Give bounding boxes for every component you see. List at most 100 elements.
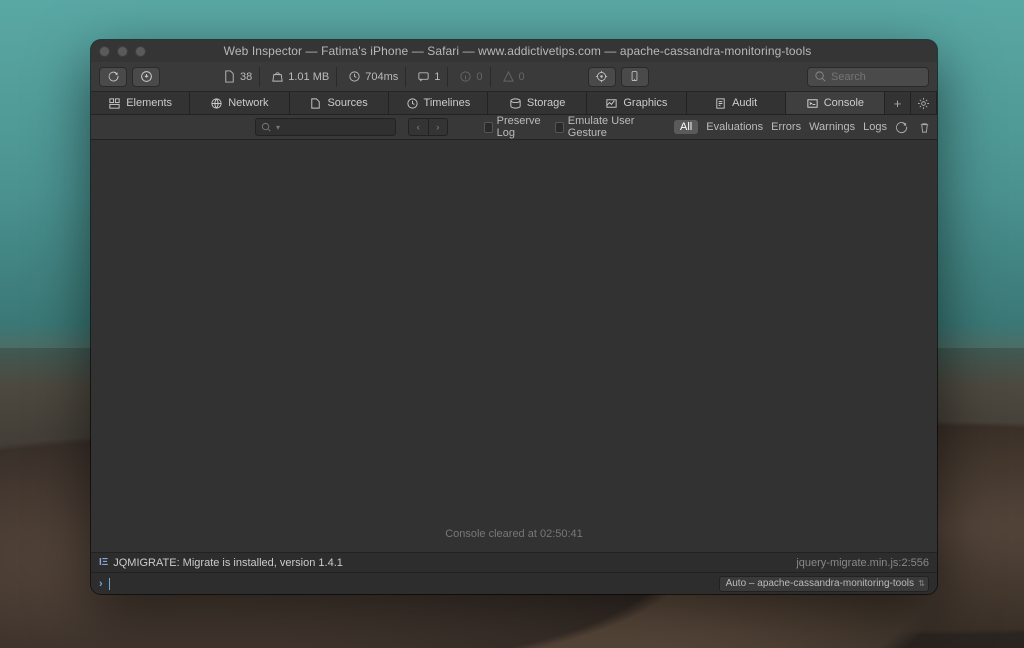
size-value: 1.01 MB bbox=[288, 71, 329, 83]
close-button[interactable] bbox=[99, 46, 110, 57]
tab-network[interactable]: Network bbox=[190, 92, 289, 114]
new-tab-button[interactable]: + bbox=[885, 92, 911, 114]
preserve-log-toggle[interactable]: Preserve Log bbox=[484, 115, 547, 139]
tab-label: Sources bbox=[327, 97, 367, 109]
chevron-left-icon: ‹ bbox=[417, 122, 420, 132]
filter-errors[interactable]: Errors bbox=[771, 121, 801, 133]
titlebar[interactable]: Web Inspector — Fatima's iPhone — Safari… bbox=[91, 40, 937, 62]
time-value: 704ms bbox=[365, 71, 398, 83]
log-level-icon: IΞ bbox=[99, 557, 108, 568]
gear-icon bbox=[917, 97, 930, 110]
preserve-label: Preserve Log bbox=[497, 115, 547, 139]
tab-graphics[interactable]: Graphics bbox=[587, 92, 686, 114]
requests-value: 1 bbox=[434, 71, 440, 83]
console-output[interactable]: Console cleared at 02:50:41 bbox=[91, 140, 937, 552]
filter-logs[interactable]: Logs bbox=[863, 121, 887, 133]
trash-icon bbox=[918, 121, 931, 134]
requests-chip[interactable]: 1 bbox=[410, 67, 448, 87]
plus-icon: + bbox=[894, 96, 902, 111]
chevron-down-icon: ▾ bbox=[276, 123, 280, 132]
tab-label: Graphics bbox=[623, 97, 667, 109]
tab-timelines[interactable]: Timelines bbox=[389, 92, 488, 114]
log-entry[interactable]: IΞ JQMIGRATE: Migrate is installed, vers… bbox=[91, 552, 937, 572]
tab-storage[interactable]: Storage bbox=[488, 92, 587, 114]
info-value: 0 bbox=[476, 71, 482, 83]
tab-label: Audit bbox=[732, 97, 757, 109]
chevron-right-icon: › bbox=[436, 122, 439, 132]
size-chip[interactable]: 1.01 MB bbox=[264, 67, 337, 87]
search-input[interactable] bbox=[831, 71, 911, 83]
tab-audit[interactable]: Audit bbox=[687, 92, 786, 114]
time-chip[interactable]: 704ms bbox=[341, 67, 406, 87]
emulate-label: Emulate User Gesture bbox=[568, 115, 652, 139]
warnings-value: 0 bbox=[519, 71, 525, 83]
next-button[interactable]: › bbox=[428, 118, 448, 136]
console-cleared-message: Console cleared at 02:50:41 bbox=[91, 528, 937, 552]
resources-chip[interactable]: 38 bbox=[216, 67, 260, 87]
filter-warnings[interactable]: Warnings bbox=[809, 121, 855, 133]
tab-label: Timelines bbox=[424, 97, 471, 109]
search-icon bbox=[814, 70, 827, 83]
web-inspector-window: Web Inspector — Fatima's iPhone — Safari… bbox=[91, 40, 937, 594]
context-label: Auto – apache-cassandra-monitoring-tools bbox=[726, 578, 914, 589]
console-filterbar: ▾ ‹ › Preserve Log Emulate User Gesture … bbox=[91, 115, 937, 140]
download-icon bbox=[140, 70, 153, 83]
console-filter-input[interactable]: ▾ bbox=[255, 118, 396, 136]
tab-elements[interactable]: Elements bbox=[91, 92, 190, 114]
checkbox-icon bbox=[555, 122, 564, 133]
network-icon bbox=[210, 97, 223, 110]
execution-context-selector[interactable]: Auto – apache-cassandra-monitoring-tools bbox=[719, 576, 929, 592]
info-chip[interactable]: 0 bbox=[452, 67, 490, 87]
audit-icon bbox=[714, 97, 727, 110]
clear-console-button[interactable] bbox=[918, 121, 931, 134]
message-icon bbox=[417, 70, 430, 83]
info-icon bbox=[459, 70, 472, 83]
reload-button[interactable] bbox=[99, 67, 127, 87]
tab-label: Storage bbox=[527, 97, 566, 109]
prev-button[interactable]: ‹ bbox=[408, 118, 428, 136]
sources-icon bbox=[309, 97, 322, 110]
filter-evaluations[interactable]: Evaluations bbox=[706, 121, 763, 133]
elements-icon bbox=[108, 97, 121, 110]
tab-label: Network bbox=[228, 97, 268, 109]
console-icon bbox=[806, 97, 819, 110]
warnings-chip[interactable]: 0 bbox=[495, 67, 532, 87]
prompt-cursor bbox=[109, 578, 110, 590]
download-button[interactable] bbox=[132, 67, 160, 87]
clock-icon bbox=[348, 70, 361, 83]
settings-button[interactable] bbox=[911, 92, 937, 114]
window-title: Web Inspector — Fatima's iPhone — Safari… bbox=[146, 44, 889, 58]
reload-icon bbox=[107, 70, 120, 83]
storage-icon bbox=[509, 97, 522, 110]
device-icon bbox=[628, 70, 641, 83]
tab-sources[interactable]: Sources bbox=[290, 92, 389, 114]
document-icon bbox=[223, 70, 236, 83]
search-icon bbox=[261, 122, 272, 133]
prompt-caret-icon: › bbox=[99, 578, 103, 590]
emulate-gesture-toggle[interactable]: Emulate User Gesture bbox=[555, 115, 652, 139]
global-search[interactable] bbox=[807, 67, 929, 87]
resources-count: 38 bbox=[240, 71, 252, 83]
weight-icon bbox=[271, 70, 284, 83]
console-prompt[interactable]: › Auto – apache-cassandra-monitoring-too… bbox=[91, 572, 937, 594]
tab-console[interactable]: Console bbox=[786, 92, 885, 114]
tabbar: Elements Network Sources Timelines Stora… bbox=[91, 92, 937, 115]
graphics-icon bbox=[605, 97, 618, 110]
log-message: JQMIGRATE: Migrate is installed, version… bbox=[113, 557, 796, 569]
filter-nav: ‹ › bbox=[408, 118, 448, 136]
checkbox-icon bbox=[484, 122, 493, 133]
reload-console-button[interactable] bbox=[895, 121, 908, 134]
filter-all[interactable]: All bbox=[674, 120, 698, 134]
status-metrics: 38 1.01 MB 704ms 1 0 0 bbox=[216, 67, 532, 87]
timelines-icon bbox=[406, 97, 419, 110]
device-button[interactable] bbox=[621, 67, 649, 87]
inspect-element-button[interactable] bbox=[588, 67, 616, 87]
minimize-button[interactable] bbox=[117, 46, 128, 57]
zoom-button[interactable] bbox=[135, 46, 146, 57]
reload-icon bbox=[895, 121, 908, 134]
toolbar: 38 1.01 MB 704ms 1 0 0 bbox=[91, 62, 937, 92]
warning-icon bbox=[502, 70, 515, 83]
log-source-link[interactable]: jquery-migrate.min.js:2:556 bbox=[796, 557, 929, 569]
traffic-lights bbox=[99, 46, 146, 57]
target-icon bbox=[595, 70, 608, 83]
